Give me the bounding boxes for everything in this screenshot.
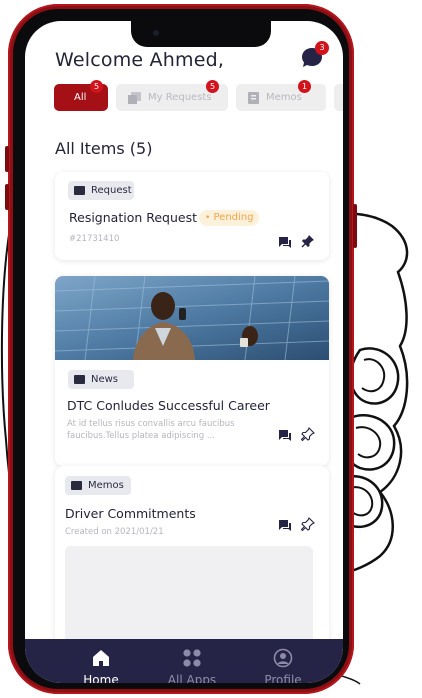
memo-icon (71, 481, 82, 490)
chip-label: Memos (88, 480, 124, 491)
nav-all-apps[interactable]: All Apps (152, 639, 232, 683)
pin-outline-icon[interactable] (301, 427, 315, 441)
tab-memos[interactable]: Memos 1 (236, 80, 326, 111)
phone-frame: Welcome Ahmed, 3 All 5 My Requests 5 Mem… (5, 4, 357, 694)
user-icon (273, 648, 293, 668)
pin-filled-icon[interactable] (301, 234, 315, 248)
comment-icon[interactable] (278, 518, 292, 532)
notch (131, 21, 271, 47)
chip-label: Request (91, 185, 132, 196)
memo-icon (248, 92, 259, 104)
tab-all[interactable]: All 5 (54, 80, 108, 111)
tab-label: My Requests (148, 92, 212, 103)
news-card[interactable]: News DTC Conludes Successful Career At i… (55, 276, 329, 466)
news-chip: News (68, 370, 134, 389)
requests-icon (128, 92, 141, 104)
nav-label: All Apps (167, 673, 217, 683)
nav-label: Home (83, 673, 119, 683)
news-image (55, 276, 329, 360)
nav-profile[interactable]: Profile (243, 639, 323, 683)
home-icon (93, 650, 109, 666)
tab-my-requests[interactable]: My Requests 5 (116, 80, 228, 111)
chat-badge: 3 (315, 41, 329, 55)
request-icon (74, 186, 85, 195)
news-excerpt: At id tellus risus convallis arcu faucib… (67, 419, 235, 441)
bottom-nav: Home All Apps Profile (25, 639, 343, 683)
grid-icon (183, 649, 201, 667)
tab-more[interactable] (334, 84, 343, 111)
tab-label: Memos (266, 92, 302, 103)
camera (153, 30, 159, 36)
section-title: All Items (5) (55, 139, 153, 158)
news-icon (74, 375, 85, 384)
app-screen: Welcome Ahmed, 3 All 5 My Requests 5 Mem… (25, 21, 343, 683)
status-badge: • Pending (199, 210, 260, 226)
power-button (353, 204, 357, 248)
volume-button (5, 146, 9, 172)
tab-badge: 5 (206, 80, 219, 93)
status-dot: • (205, 213, 211, 223)
pin-outline-icon[interactable] (301, 517, 315, 531)
card-title: DTC Conludes Successful Career (67, 398, 270, 413)
tab-badge: 1 (298, 80, 311, 93)
chip-label: News (91, 374, 119, 385)
nav-label: Profile (264, 673, 302, 683)
nav-home[interactable]: Home (61, 639, 141, 683)
memo-chip: Memos (65, 476, 131, 495)
request-chip: Request (68, 181, 134, 200)
tab-badge: 5 (90, 80, 103, 93)
card-title: Driver Commitments (65, 506, 196, 521)
request-id: #21731410 (69, 234, 120, 244)
comment-icon[interactable] (278, 235, 292, 249)
volume-button (5, 184, 9, 210)
welcome-heading: Welcome Ahmed, (55, 49, 225, 71)
memo-date: Created on 2021/01/21 (65, 527, 164, 537)
scene: Welcome Ahmed, 3 All 5 My Requests 5 Mem… (0, 0, 422, 698)
request-card[interactable]: Request Resignation Request • Pending #2… (55, 172, 329, 260)
card-title: Resignation Request (69, 210, 198, 225)
status-label: Pending (213, 212, 254, 223)
comment-icon[interactable] (278, 428, 292, 442)
tab-label: All (74, 92, 87, 103)
